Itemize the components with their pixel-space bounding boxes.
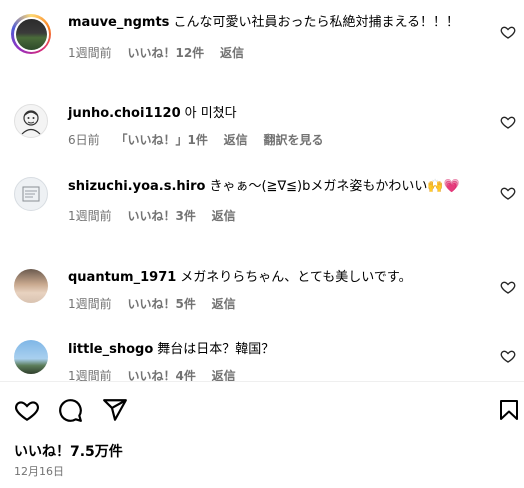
comment-content: shizuchi.yoa.s.hiro きゃぁ〜(≧∇≦)bメガネ姿もかわいい🙌💗	[68, 177, 488, 196]
comment-content: mauve_ngmts こんな可愛い社員おったら私絶対捕まえる！！！	[68, 13, 488, 32]
reply-button[interactable]: 返信	[220, 46, 244, 60]
sketch-avatar-icon	[22, 186, 40, 202]
comment-time[interactable]: 1週間前	[68, 46, 112, 60]
comment-time[interactable]: 1週間前	[68, 297, 112, 311]
comment-username[interactable]: little_shogo	[68, 342, 153, 357]
comments-list: mauve_ngmts こんな可愛い社員おったら私絶対捕まえる！！！ 1週間前 い…	[0, 0, 524, 381]
sketch-avatar-icon	[21, 110, 41, 135]
heart-icon[interactable]	[13, 396, 41, 424]
reply-button[interactable]: 返信	[212, 209, 236, 223]
comment-likes[interactable]: いいね！4件	[127, 369, 195, 381]
reply-button[interactable]: 返信	[212, 369, 236, 381]
comment-likes[interactable]: いいね！5件	[127, 297, 195, 311]
bookmark-icon[interactable]	[495, 396, 523, 424]
reply-button[interactable]: 返信	[224, 133, 248, 147]
avatar-story-ring[interactable]	[11, 14, 51, 54]
avatar[interactable]	[14, 104, 48, 138]
divider	[0, 381, 524, 382]
avatar[interactable]	[14, 177, 48, 211]
comment-meta: 1週間前 いいね！4件 返信	[68, 368, 488, 381]
post-date[interactable]: 12月16日	[14, 463, 64, 479]
comment-meta: 1週間前 いいね！3件 返信	[68, 208, 488, 224]
comment-time[interactable]: 6日前	[68, 133, 100, 147]
comment-likes[interactable]: いいね！12件	[127, 46, 204, 60]
avatar	[15, 18, 47, 50]
avatar[interactable]	[14, 340, 48, 374]
comment-username[interactable]: quantum_1971	[68, 270, 176, 285]
heart-outline-icon[interactable]	[500, 114, 516, 130]
heart-outline-icon[interactable]	[500, 348, 516, 364]
comment-text: こんな可愛い社員おったら私絶対捕まえる！！！	[173, 15, 460, 30]
comment-username[interactable]: mauve_ngmts	[68, 15, 169, 30]
comment-meta: 6日前 「いいね！」1件 返信 翻訳を見る	[68, 132, 488, 148]
comment-text: 아 미쳤다	[184, 106, 237, 121]
comment-text: きゃぁ〜(≧∇≦)bメガネ姿もかわいい🙌💗	[209, 179, 460, 194]
comment-username[interactable]: shizuchi.yoa.s.hiro	[68, 179, 205, 194]
post-action-bar	[0, 392, 524, 426]
comment-bubble-icon[interactable]	[56, 396, 84, 424]
heart-outline-icon[interactable]	[500, 279, 516, 295]
post-like-count[interactable]: いいね！7.5万件	[14, 441, 123, 461]
avatar[interactable]	[14, 269, 48, 303]
comment-time[interactable]: 1週間前	[68, 209, 112, 223]
comment-text: メガネりらちゃん、とても美しいです。	[180, 270, 412, 285]
comment-likes[interactable]: いいね！3件	[127, 209, 195, 223]
comment-content: quantum_1971 メガネりらちゃん、とても美しいです。	[68, 268, 488, 287]
heart-outline-icon[interactable]	[500, 185, 516, 201]
comment-content: little_shogo 舞台は日本？韓国？	[68, 340, 488, 359]
translate-button[interactable]: 翻訳を見る	[264, 133, 324, 147]
comment-likes[interactable]: 「いいね！」1件	[115, 133, 207, 147]
comment-meta: 1週間前 いいね！5件 返信	[68, 296, 488, 312]
comment-time[interactable]: 1週間前	[68, 369, 112, 381]
comment-text: 舞台は日本？韓国？	[157, 342, 275, 357]
heart-outline-icon[interactable]	[500, 24, 516, 40]
comment-meta: 1週間前 いいね！12件 返信	[68, 45, 488, 61]
comment-username[interactable]: junho.choi1120	[68, 106, 181, 121]
comment-content: junho.choi1120 아 미쳤다	[68, 104, 488, 123]
paper-plane-icon[interactable]	[101, 396, 129, 424]
reply-button[interactable]: 返信	[212, 297, 236, 311]
